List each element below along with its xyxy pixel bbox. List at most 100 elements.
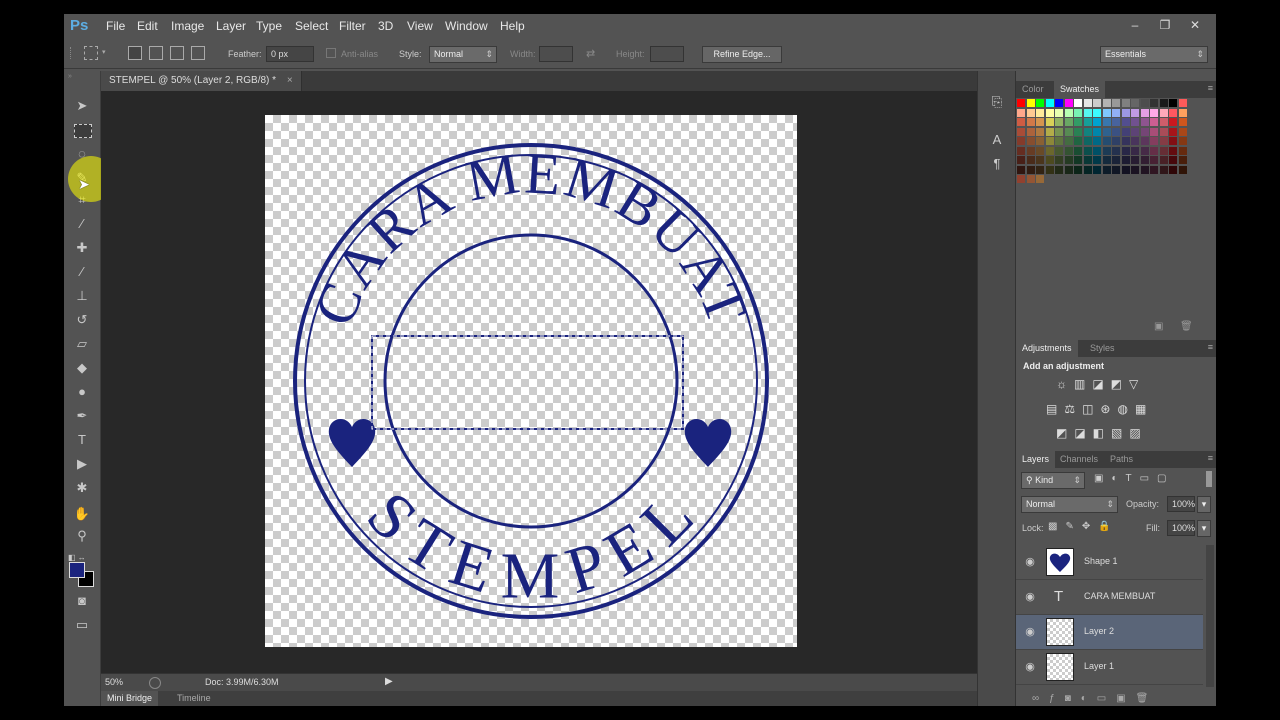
menu-filter[interactable]: Filter — [339, 19, 366, 33]
color-swatch[interactable] — [1083, 118, 1092, 126]
color-swatch[interactable] — [1121, 156, 1130, 164]
color-swatch[interactable] — [1017, 165, 1025, 174]
blend-mode-select[interactable]: Normal ⇕ — [1021, 496, 1118, 513]
color-swatch[interactable] — [1140, 108, 1149, 117]
paint-bucket-tool-icon[interactable]: ◆ — [72, 359, 92, 377]
color-swatch[interactable] — [1036, 118, 1044, 126]
color-swatch[interactable] — [1026, 137, 1035, 145]
color-swatch[interactable] — [1140, 118, 1149, 126]
color-swatch[interactable] — [1178, 165, 1187, 174]
color-swatch[interactable] — [1055, 137, 1063, 145]
color-swatch[interactable] — [1150, 146, 1158, 155]
color-swatch[interactable] — [1055, 118, 1063, 126]
paragraph-panel-icon[interactable]: ¶ — [986, 155, 1008, 173]
color-swatch[interactable] — [1102, 146, 1111, 155]
color-swatch[interactable] — [1074, 118, 1082, 126]
chevron-down-icon[interactable]: ▾ — [1197, 520, 1211, 537]
color-swatch[interactable] — [1121, 99, 1130, 107]
status-menu-arrow-icon[interactable]: ▶ — [385, 676, 393, 687]
color-swatch[interactable] — [1083, 156, 1092, 164]
color-swatch[interactable] — [1017, 99, 1025, 107]
screen-mode-icon[interactable]: ▭ — [72, 616, 92, 634]
color-swatch[interactable] — [1083, 165, 1092, 174]
color-swatch[interactable] — [1017, 127, 1025, 136]
color-swatch[interactable] — [1074, 156, 1082, 164]
color-swatch[interactable] — [1169, 118, 1177, 126]
color-swatch[interactable] — [1112, 146, 1120, 155]
color-swatch[interactable] — [1131, 127, 1139, 136]
color-swatch[interactable] — [1083, 137, 1092, 145]
new-selection-icon[interactable] — [128, 46, 142, 60]
color-swatch[interactable] — [1026, 118, 1035, 126]
adjustment-icons-row-3[interactable]: ◩◪◧▧▨ — [1056, 426, 1148, 440]
color-swatch[interactable] — [1159, 156, 1168, 164]
color-swatch[interactable] — [1178, 118, 1187, 126]
color-swatch[interactable] — [1159, 99, 1168, 107]
color-swatch[interactable] — [1064, 108, 1073, 117]
color-swatch[interactable] — [1026, 99, 1035, 107]
color-swatch[interactable] — [1017, 108, 1025, 117]
canvas-area[interactable]: CARA MEMBUAT STEMPEL — [101, 91, 977, 673]
adjustment-icons-row-1[interactable]: ☼▥◪◩▽ — [1056, 377, 1145, 391]
menu-file[interactable]: File — [106, 19, 125, 33]
tab-color[interactable]: Color — [1016, 81, 1050, 98]
color-swatch[interactable] — [1131, 137, 1139, 145]
color-swatch[interactable] — [1131, 108, 1139, 117]
lock-icons[interactable]: ▩✎✥🔒 — [1048, 521, 1119, 532]
history-panel-icon[interactable]: ⎘ — [986, 93, 1008, 111]
foreground-color-swatch[interactable] — [69, 562, 85, 578]
color-swatch[interactable] — [1150, 156, 1158, 164]
menu-help[interactable]: Help — [500, 19, 525, 33]
color-swatch[interactable] — [1178, 156, 1187, 164]
color-swatch[interactable] — [1140, 127, 1149, 136]
color-swatch[interactable] — [1093, 137, 1101, 145]
restore-button[interactable]: ❐ — [1150, 16, 1180, 34]
eye-icon[interactable]: ◉ — [1024, 661, 1036, 673]
color-swatch[interactable] — [1131, 156, 1139, 164]
path-selection-tool-icon[interactable]: ▶ — [72, 455, 92, 473]
add-selection-icon[interactable] — [149, 46, 163, 60]
tab-mini-bridge[interactable]: Mini Bridge — [101, 691, 159, 706]
menu-view[interactable]: View — [407, 19, 433, 33]
tab-timeline[interactable]: Timeline — [171, 691, 217, 706]
color-swatch[interactable] — [1045, 99, 1054, 107]
color-swatch[interactable] — [1055, 146, 1063, 155]
color-swatch[interactable] — [1112, 127, 1120, 136]
color-swatch[interactable] — [1036, 99, 1044, 107]
color-swatch[interactable] — [1159, 108, 1168, 117]
color-swatch[interactable] — [1112, 99, 1120, 107]
color-swatch[interactable] — [1102, 127, 1111, 136]
antialias-checkbox[interactable] — [326, 48, 336, 58]
color-swatch[interactable] — [1159, 165, 1168, 174]
color-swatch[interactable] — [1045, 156, 1054, 164]
color-swatch[interactable] — [1036, 127, 1044, 136]
color-swatch[interactable] — [1045, 108, 1054, 117]
eyedropper-tool-icon[interactable]: ⁄ — [72, 215, 92, 233]
color-swatch[interactable] — [1017, 118, 1025, 126]
color-swatch[interactable] — [1112, 118, 1120, 126]
layer-row[interactable]: ◉ T CARA MEMBUAT — [1016, 580, 1203, 615]
color-swatch[interactable] — [1074, 127, 1082, 136]
swap-icon[interactable]: ⇄ — [586, 47, 595, 60]
color-swatch[interactable] — [1150, 165, 1158, 174]
color-swatch[interactable] — [1083, 108, 1092, 117]
style-select[interactable]: Normal ⇕ — [429, 46, 497, 63]
color-swatch[interactable] — [1159, 146, 1168, 155]
color-swatch[interactable] — [1064, 137, 1073, 145]
menu-select[interactable]: Select — [295, 19, 328, 33]
layer-row[interactable]: ◉ Layer 1 — [1016, 650, 1203, 685]
color-swatch[interactable] — [1055, 165, 1063, 174]
pen-tool-icon[interactable]: ✒ — [72, 407, 92, 425]
brush-tool-icon[interactable]: ⁄ — [72, 263, 92, 281]
intersect-selection-icon[interactable] — [191, 46, 205, 60]
color-swatch[interactable] — [1159, 127, 1168, 136]
eye-icon[interactable]: ◉ — [1024, 591, 1036, 603]
color-swatch[interactable] — [1121, 108, 1130, 117]
color-swatch[interactable] — [1169, 156, 1177, 164]
clone-stamp-tool-icon[interactable]: ⊥ — [72, 287, 92, 305]
quick-mask-icon[interactable]: ◙ — [72, 592, 92, 610]
color-swatch[interactable] — [1178, 108, 1187, 117]
menu-edit[interactable]: Edit — [137, 19, 158, 33]
eye-icon[interactable]: ◉ — [1024, 556, 1036, 568]
layer-filter-select[interactable]: ⚲ Kind ⇕ — [1021, 472, 1085, 489]
